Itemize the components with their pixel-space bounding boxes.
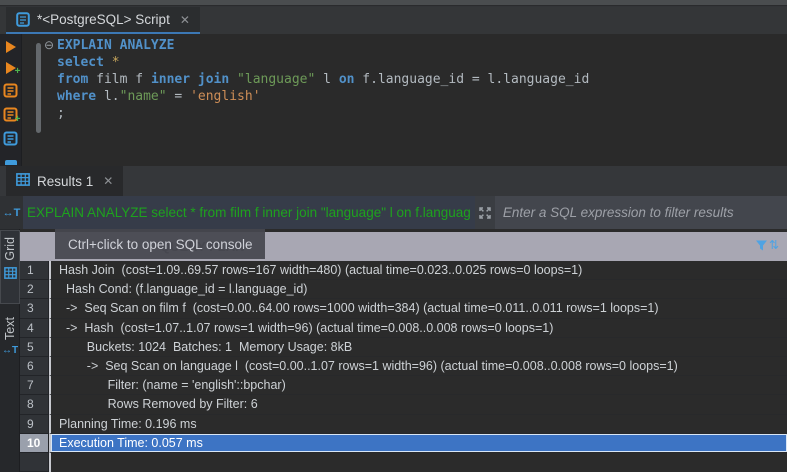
row-number[interactable]: 10 xyxy=(20,433,49,453)
row-number[interactable]: 2 xyxy=(20,280,49,300)
plus-icon: + xyxy=(14,66,21,77)
query-plan-cell[interactable]: Filter: (name = 'english'::bpchar) xyxy=(49,376,787,396)
explain-plan-button[interactable] xyxy=(3,131,19,146)
execute-new-tab-button[interactable]: + xyxy=(3,62,21,77)
grid-icon xyxy=(3,266,17,284)
grid-icon xyxy=(16,173,30,189)
sort-arrows-icon: ⇅ xyxy=(768,238,779,252)
tab-grid-view[interactable]: Grid xyxy=(0,230,20,304)
grid-tab-label: Grid xyxy=(3,237,17,261)
tab-postgresql-script[interactable]: *<PostgreSQL> Script ✕ xyxy=(6,7,200,34)
filter-sort-button[interactable]: ⇅ xyxy=(755,238,779,252)
row-number[interactable]: 3 xyxy=(20,299,49,319)
editor-tab-bar: *<PostgreSQL> Script ✕ xyxy=(0,7,787,34)
expand-filter-button[interactable] xyxy=(474,196,495,229)
execute-script-button[interactable] xyxy=(3,83,19,98)
code-line[interactable]: select * xyxy=(57,54,589,71)
plus-icon: + xyxy=(14,114,21,125)
table-row[interactable]: 8 Rows Removed by Filter: 6 xyxy=(20,395,787,415)
row-number[interactable]: 1 xyxy=(20,261,49,281)
table-row[interactable]: 1 Hash Join (cost=1.09..69.57 rows=167 wi… xyxy=(20,261,787,281)
executed-query-panel[interactable]: EXPLAIN ANALYZE select * from film f inn… xyxy=(23,196,475,229)
empty-row-stub xyxy=(20,452,787,472)
query-plan-cell[interactable]: -> Hash (cost=1.07..1.07 rows=1 width=96… xyxy=(49,318,787,338)
query-plan-cell[interactable]: Buckets: 1024 Batches: 1 Memory Usage: 8… xyxy=(49,337,787,357)
row-number[interactable]: 8 xyxy=(20,395,49,415)
row-number[interactable]: 4 xyxy=(20,318,49,338)
table-row[interactable]: 2 Hash Cond: (f.language_id = l.language… xyxy=(20,280,787,300)
query-plan-cell[interactable]: -> Seq Scan on film f (cost=0.00..64.00 … xyxy=(49,299,787,319)
table-row[interactable]: 6 -> Seq Scan on language l (cost=0.00..… xyxy=(20,356,787,377)
row-number[interactable]: 7 xyxy=(20,376,49,396)
editor-tab-title: *<PostgreSQL> Script xyxy=(37,12,170,27)
expand-icon xyxy=(479,206,491,219)
table-row[interactable]: 5 Buckets: 1024 Batches: 1 Memory Usage:… xyxy=(20,337,787,357)
sql-code[interactable]: EXPLAIN ANALYZE select * from film f inner… xyxy=(57,37,589,122)
collapse-fold-icon[interactable]: ⊖ xyxy=(44,38,54,52)
query-plan-grid[interactable]: 1 Hash Join (cost=1.09..69.57 rows=167 wi… xyxy=(20,261,787,472)
play-icon xyxy=(5,41,16,53)
row-number[interactable]: 5 xyxy=(20,337,49,357)
results-filter-bar: ↔T EXPLAIN ANALYZE select * from film f … xyxy=(0,196,787,229)
annotation-bar xyxy=(36,43,41,133)
explain-plan-icon xyxy=(3,131,18,146)
toolbar-extra-button[interactable] xyxy=(3,155,19,166)
script-run-icon xyxy=(3,83,18,98)
query-plan-cell[interactable]: Hash Cond: (f.language_id = l.language_i… xyxy=(49,280,787,300)
sql-filter-input[interactable] xyxy=(494,196,787,229)
sql-text-icon: ↔T xyxy=(1,344,19,356)
close-icon[interactable]: ✕ xyxy=(180,13,190,27)
query-plan-cell[interactable]: Hash Join (cost=1.09..69.57 rows=167 wid… xyxy=(49,261,787,281)
row-number[interactable]: 6 xyxy=(20,356,49,377)
results-tab-title: Results 1 xyxy=(37,173,94,189)
toolbar-extra-icon xyxy=(4,160,17,165)
executed-query-text: EXPLAIN ANALYZE select * from film f inn… xyxy=(27,205,471,220)
text-tab-label: Text xyxy=(3,317,17,340)
code-line[interactable]: ; xyxy=(57,105,589,122)
results-side-strip: Grid Text ↔T xyxy=(0,229,20,472)
table-row[interactable]: 10 Execution Time: 0.057 ms xyxy=(20,433,787,453)
editor-toolbar: + + xyxy=(0,34,22,166)
code-line[interactable]: from film f inner join "language" l on f… xyxy=(57,71,589,88)
sql-editor[interactable]: + + ⊖ EXPLAIN ANALYZE select * from film f… xyxy=(0,34,787,166)
dbeaver-window: *<PostgreSQL> Script ✕ + + ⊖ EXPLAIN ANA… xyxy=(0,0,787,472)
close-icon[interactable]: ✕ xyxy=(103,174,113,188)
query-plan-cell[interactable]: Planning Time: 0.196 ms xyxy=(49,414,787,434)
funnel-icon xyxy=(755,240,767,250)
table-row[interactable]: 9 Planning Time: 0.196 ms xyxy=(20,414,787,434)
table-row[interactable]: 7 Filter: (name = 'english'::bpchar) xyxy=(20,376,787,396)
query-plan-cell[interactable]: Rows Removed by Filter: 6 xyxy=(49,395,787,415)
results-panel: Grid Text ↔T QUERY PLAN ⇅ Ctrl+click to … xyxy=(0,229,787,472)
row-number[interactable]: 9 xyxy=(20,414,49,434)
execute-statement-button[interactable] xyxy=(3,41,19,53)
tab-text-view[interactable]: Text ↔T xyxy=(0,311,20,385)
sql-text-icon: ↔T xyxy=(2,206,21,219)
code-line[interactable]: EXPLAIN ANALYZE xyxy=(57,37,589,54)
results-tab-bar: Results 1 ✕ xyxy=(0,166,787,196)
table-row[interactable]: 3 -> Seq Scan on film f (cost=0.00..64.0… xyxy=(20,299,787,319)
sql-script-icon xyxy=(16,12,30,27)
table-row[interactable]: 4 -> Hash (cost=1.07..1.07 rows=1 width=… xyxy=(20,318,787,338)
code-line[interactable]: where l."name" = 'english' xyxy=(57,88,589,105)
tab-results-1[interactable]: Results 1 ✕ xyxy=(6,166,124,196)
query-plan-cell[interactable]: -> Seq Scan on language l (cost=0.00..1.… xyxy=(49,356,787,377)
window-top-strip xyxy=(0,0,787,6)
query-plan-cell[interactable]: Execution Time: 0.057 ms xyxy=(49,433,787,453)
tooltip: Ctrl+click to open SQL console xyxy=(55,229,266,259)
execute-script-new-tab-button[interactable]: + xyxy=(3,107,21,125)
